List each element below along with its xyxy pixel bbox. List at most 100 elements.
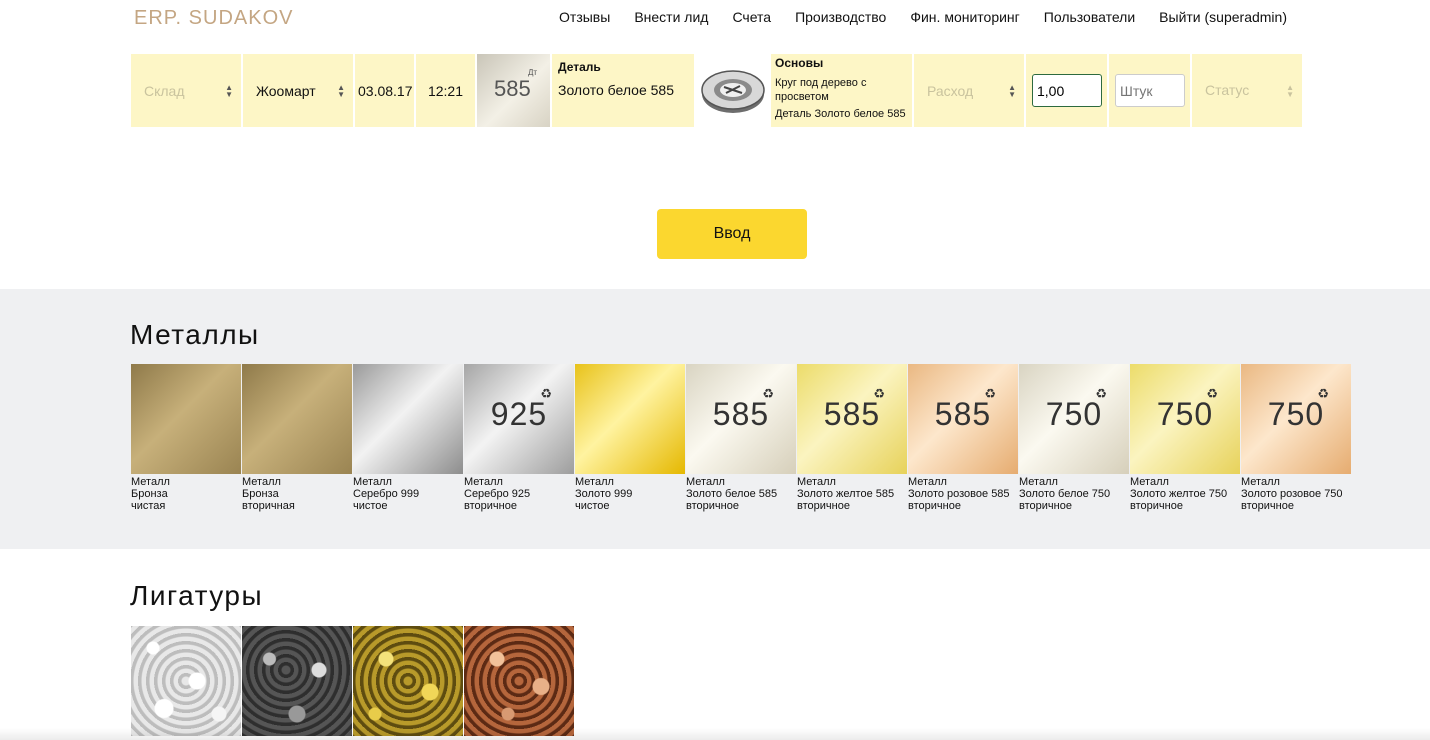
metal-caption-line: Золото белое 585 [686,488,778,500]
main-nav: Отзывы Внести лид Счета Производство Фин… [559,9,1287,25]
amount-cell [1026,54,1107,127]
recycle-icon: ♻ [1095,386,1107,401]
metal-swatch: 925 ♻ [464,364,574,474]
enter-button[interactable]: Ввод [657,209,807,259]
metal-caption-line: Бронза [242,488,279,500]
select-arrows-icon: ▲ ▼ [225,83,233,99]
metal-tile[interactable]: 750 ♻ Металл Золото белое 750 вторичное [1019,364,1129,512]
ligature-tile-copper[interactable] [464,626,574,736]
metal-caption-line: Золото белое 750 [1019,488,1111,500]
ligature-tiles [131,626,575,736]
metal-caption: Металл Бронза вторичная [242,476,352,512]
metal-caption-line: Металл [1241,476,1280,488]
employee-value: Жоомарт [256,82,316,99]
metal-grade-number: 750 [1045,396,1103,432]
metal-swatch: 585 ♻ [686,364,796,474]
metal-swatch [131,364,241,474]
metal-tile[interactable]: 925 ♻ Металл Серебро 925 вторичное [464,364,574,512]
metal-tile[interactable]: 585 ♻ Металл Золото желтое 585 вторичное [797,364,907,512]
recycle-icon: ♻ [873,386,885,401]
metal-caption-line: Металл [464,476,503,488]
date-cell: 03.08.17 [355,54,414,127]
metal-caption: Металл Золото желтое 750 вторичное [1130,476,1240,512]
warehouse-select[interactable]: Склад ▲ ▼ [131,54,241,127]
time-cell: 12:21 [416,54,475,127]
metal-caption-line: Металл [1019,476,1058,488]
osnovy-cell: Основы Круг под дерево с просветом Детал… [771,54,912,127]
select-arrows-icon: ▲ ▼ [337,83,345,99]
metal-caption-line: Золото желтое 750 [1130,488,1228,500]
nav-production[interactable]: Производство [795,9,886,25]
metal-tile[interactable]: 585 ♻ Металл Золото розовое 585 вторичное [908,364,1018,512]
recycle-icon: ♻ [540,386,552,401]
ring-icon [700,69,765,113]
metal-caption-line: Золото розовое 585 [908,488,1010,500]
metal-tile[interactable]: 750 ♻ Металл Золото желтое 750 вторичное [1130,364,1240,512]
select-arrows-icon: ▲ ▼ [1286,83,1294,99]
recycle-icon: ♻ [1317,386,1329,401]
metal-caption-line: Металл [797,476,836,488]
metal-tile[interactable]: Металл Серебро 999 чистое [353,364,463,512]
employee-select[interactable]: Жоомарт ▲ ▼ [243,54,353,127]
metal-caption-line: чистое [575,500,610,512]
metal-tile[interactable]: 750 ♻ Металл Золото розовое 750 вторичное [1241,364,1351,512]
page: ERP. SUDAKOV Отзывы Внести лид Счета Про… [0,0,1430,740]
metal-caption: Металл Бронза чистая [131,476,241,512]
metal-tile[interactable]: Металл Бронза чистая [131,364,241,512]
metal-grade-number: 585 [712,396,770,432]
ligature-tile-gold[interactable] [353,626,463,736]
metal-caption-line: вторичное [908,500,961,512]
nav-logout[interactable]: Выйти (superadmin) [1159,9,1287,25]
metal-grade-number: 925 [490,396,548,432]
metal-caption: Металл Золото розовое 585 вторичное [908,476,1018,512]
status-placeholder: Статус [1205,82,1250,98]
metal-caption: Металл Золото белое 585 вторичное [686,476,796,512]
pieces-cell [1109,54,1190,127]
ligature-tile-silver[interactable] [131,626,241,736]
metal-grade-number: 750 [1267,396,1325,432]
metal-caption-line: чистое [353,500,388,512]
order-time: 12:21 [427,82,464,99]
status-select[interactable]: Статус ▲ ▼ [1192,54,1302,127]
metal-caption-line: Бронза [131,488,168,500]
metal-caption-line: вторичное [1130,500,1183,512]
metal-caption-line: Металл [242,476,281,488]
nav-add-lead[interactable]: Внести лид [634,9,708,25]
ligature-tile-dark[interactable] [242,626,352,736]
metal-caption-line: вторичная [242,500,295,512]
nav-fin-monitoring[interactable]: Фин. мониторинг [910,9,1019,25]
metal-grade-number: 585 [823,396,881,432]
amount-input[interactable] [1032,74,1102,107]
metal-tile[interactable]: Металл Золото 999 чистое [575,364,685,512]
metal-caption-line: Золото желтое 585 [797,488,895,500]
metal-caption-line: Серебро 925 [464,488,531,500]
metal-tile[interactable]: 585 ♻ Металл Золото белое 585 вторичное [686,364,796,512]
metal-caption: Металл Серебро 925 вторичное [464,476,574,512]
metals-title: Металлы [130,319,260,350]
metals-section: Металлы Металл Бронза чистая Металл Бронза вт… [0,289,1430,549]
type-placeholder: Расход [927,82,974,99]
logo[interactable]: ERP. SUDAKOV [134,7,293,30]
metal-swatch: 750 ♻ [1019,364,1129,474]
ring-image [696,54,769,127]
nav-users[interactable]: Пользователи [1044,9,1135,25]
metal-caption: Металл Золото желтое 585 вторичное [797,476,907,512]
pieces-input[interactable] [1115,74,1185,107]
thumb-number: 585 [494,76,531,101]
osnovy-line-2: Деталь Золото белое 585 [775,108,906,120]
metal-grade-number: 585 [934,396,992,432]
select-arrows-icon: ▲ ▼ [1008,83,1016,99]
metal-caption-line: Металл [575,476,614,488]
metal-caption-line: Металл [686,476,725,488]
metal-caption-line: чистая [131,500,166,512]
metal-swatch: 585 ♻ [908,364,1018,474]
metal-caption-line: Металл [353,476,392,488]
nav-reviews[interactable]: Отзывы [559,9,610,25]
metal-caption: Металл Серебро 999 чистое [353,476,463,512]
recycle-icon: ♻ [762,386,774,401]
metal-tile[interactable]: Металл Бронза вторичная [242,364,352,512]
metal-caption: Металл Золото белое 750 вторичное [1019,476,1129,512]
nav-invoices[interactable]: Счета [732,9,771,25]
type-select[interactable]: Расход ▲ ▼ [914,54,1024,127]
metal-caption-line: Металл [131,476,170,488]
